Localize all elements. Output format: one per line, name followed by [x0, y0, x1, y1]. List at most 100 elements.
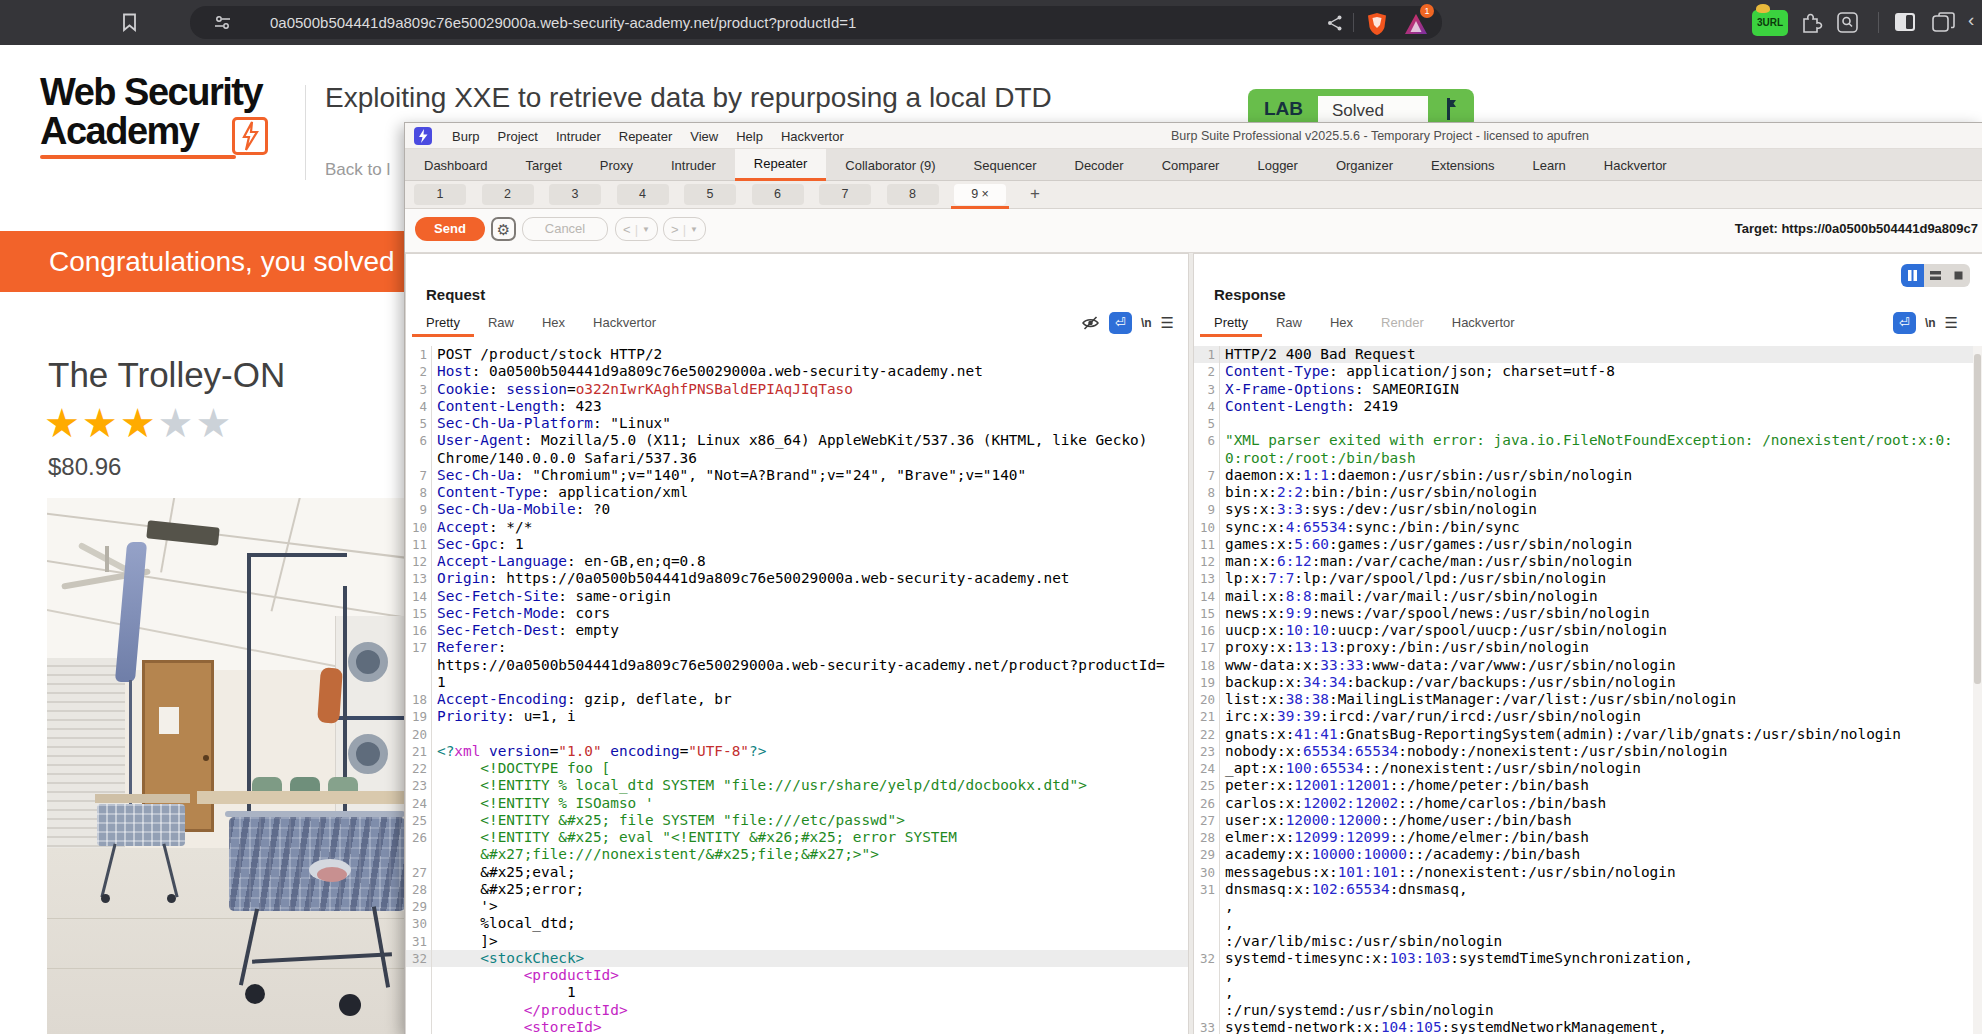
- hide-icon[interactable]: [1081, 315, 1100, 331]
- code-line[interactable]: 15Sec-Fetch-Mode: cors: [406, 605, 1188, 622]
- code-line[interactable]: 5: [1194, 415, 1982, 432]
- code-line[interactable]: 18Accept-Encoding: gzip, deflate, br: [406, 691, 1188, 708]
- bookmark-icon[interactable]: [122, 13, 137, 32]
- view-tab-render[interactable]: Render: [1367, 311, 1438, 337]
- code-line[interactable]: 15news:x:9:9:news:/var/spool/news:/usr/s…: [1194, 605, 1982, 622]
- send-button[interactable]: Send: [415, 217, 485, 241]
- code-line[interactable]: 14Sec-Fetch-Site: same-origin: [406, 588, 1188, 605]
- code-line[interactable]: 28 &#x25;error;: [406, 881, 1188, 898]
- code-line[interactable]: 5Sec-Ch-Ua-Platform: "Linux": [406, 415, 1188, 432]
- tab-sequencer[interactable]: Sequencer: [955, 149, 1056, 181]
- view-tab-hackvertor[interactable]: Hackvertor: [1438, 311, 1529, 337]
- repeater-tab-5[interactable]: 5: [684, 184, 736, 205]
- scrollbar-thumb[interactable]: [1974, 354, 1981, 684]
- search-box-icon[interactable]: [1836, 11, 1859, 34]
- code-line[interactable]: 32 <stockCheck>: [406, 950, 1188, 967]
- code-line[interactable]: 22gnats:x:41:41:GnatsBug-ReportingSystem…: [1194, 726, 1982, 743]
- repeater-tab-8[interactable]: 8: [887, 184, 939, 205]
- code-line[interactable]: 9sys:x:3:3:sys:/dev:/usr/sbin/nologin: [1194, 501, 1982, 518]
- code-line[interactable]: 20: [406, 726, 1188, 743]
- view-tab-raw[interactable]: Raw: [474, 311, 528, 337]
- new-repeater-tab-button[interactable]: +: [1023, 184, 1047, 205]
- tab-target[interactable]: Target: [507, 149, 581, 181]
- code-line[interactable]: 6User-Agent: Mozilla/5.0 (X11; Linux x86…: [406, 432, 1188, 449]
- code-line[interactable]: 1: [406, 984, 1188, 1001]
- code-line[interactable]: 29academy:x:10000:10000::/academy:/bin/b…: [1194, 846, 1982, 863]
- menu-intruder[interactable]: Intruder: [547, 129, 610, 144]
- code-line[interactable]: 8bin:x:2:2:bin:/bin:/usr/sbin/nologin: [1194, 484, 1982, 501]
- view-tab-hackvertor[interactable]: Hackvertor: [579, 311, 670, 337]
- code-line[interactable]: 2Content-Type: application/json; charset…: [1194, 363, 1982, 380]
- chevron-icon[interactable]: ‹: [1968, 9, 1974, 31]
- code-line[interactable]: 12Accept-Language: en-GB,en;q=0.8: [406, 553, 1188, 570]
- code-line[interactable]: 11Sec-Gpc: 1: [406, 536, 1188, 553]
- menu-view[interactable]: View: [681, 129, 727, 144]
- code-line[interactable]: ,: [1194, 898, 1982, 915]
- menu-hackvertor[interactable]: Hackvertor: [772, 129, 853, 144]
- response-scrollbar[interactable]: [1973, 346, 1982, 1034]
- tab-repeater[interactable]: Repeater: [735, 149, 826, 181]
- code-line[interactable]: 1HTTP/2 400 Bad Request: [1194, 346, 1982, 363]
- code-line[interactable]: https://0a0500b504441d9a809c76e50029000a…: [406, 657, 1188, 674]
- code-line[interactable]: 31 ]>: [406, 933, 1188, 950]
- code-line[interactable]: Chrome/140.0.0.0 Safari/537.36: [406, 450, 1188, 467]
- code-line[interactable]: ,: [1194, 915, 1982, 932]
- code-line[interactable]: <storeId>: [406, 1019, 1188, 1034]
- view-tab-raw[interactable]: Raw: [1262, 311, 1316, 337]
- tab-organizer[interactable]: Organizer: [1317, 149, 1412, 181]
- code-line[interactable]: 3Cookie: session=o322nIwrKAghfPNSBaldEPI…: [406, 381, 1188, 398]
- repeater-tab-9[interactable]: 9 ×: [954, 184, 1006, 205]
- code-line[interactable]: 19backup:x:34:34:backup:/var/backups:/us…: [1194, 674, 1982, 691]
- tab-hackvertor[interactable]: Hackvertor: [1585, 149, 1686, 181]
- editor-menu-icon[interactable]: ☰: [1945, 314, 1958, 332]
- code-line[interactable]: 2Host: 0a0500b504441d9a809c76e50029000a.…: [406, 363, 1188, 380]
- code-line[interactable]: 24_apt:x:100:65534::/nonexistent:/usr/sb…: [1194, 760, 1982, 777]
- share-icon[interactable]: [1326, 14, 1344, 32]
- repeater-tab-6[interactable]: 6: [752, 184, 804, 205]
- code-line[interactable]: 17proxy:x:13:13:proxy:/bin:/usr/sbin/nol…: [1194, 639, 1982, 656]
- code-line[interactable]: 18www-data:x:33:33:www-data:/var/www:/us…: [1194, 657, 1982, 674]
- code-line[interactable]: &#x27;file:///nonexistent/&#x25;file;&#x…: [406, 846, 1188, 863]
- view-tab-hex[interactable]: Hex: [528, 311, 579, 337]
- extensions-puzzle-icon[interactable]: [1800, 11, 1823, 34]
- code-line[interactable]: 1POST /product/stock HTTP/2: [406, 346, 1188, 363]
- next-request-button[interactable]: >|▼: [663, 217, 706, 241]
- windows-icon[interactable]: [1932, 12, 1956, 33]
- request-editor[interactable]: 1POST /product/stock HTTP/22Host: 0a0500…: [406, 346, 1188, 1034]
- tab-comparer[interactable]: Comparer: [1143, 149, 1239, 181]
- code-line[interactable]: </productId>: [406, 1002, 1188, 1019]
- tab-collaborator-9-[interactable]: Collaborator (9): [826, 149, 954, 181]
- code-line[interactable]: 3X-Frame-Options: SAMEORIGIN: [1194, 381, 1982, 398]
- code-line[interactable]: ,: [1194, 967, 1982, 984]
- menu-burp[interactable]: Burp: [443, 129, 488, 144]
- menu-project[interactable]: Project: [488, 129, 546, 144]
- single-layout-button[interactable]: [1947, 264, 1970, 287]
- code-line[interactable]: 33systemd-network:x:104:105:systemdNetwo…: [1194, 1019, 1982, 1034]
- rows-layout-button[interactable]: [1924, 264, 1947, 287]
- response-editor[interactable]: 1HTTP/2 400 Bad Request2Content-Type: ap…: [1194, 346, 1982, 1034]
- code-line[interactable]: ,: [1194, 984, 1982, 1001]
- cancel-button[interactable]: Cancel: [522, 217, 608, 241]
- tab-decoder[interactable]: Decoder: [1056, 149, 1143, 181]
- code-line[interactable]: 10sync:x:4:65534:sync:/bin:/bin/sync: [1194, 519, 1982, 536]
- code-line[interactable]: 0:root:/root:/bin/bash: [1194, 450, 1982, 467]
- code-line[interactable]: 26carlos:x:12002:12002::/home/carlos:/bi…: [1194, 795, 1982, 812]
- code-line[interactable]: 24 <!ENTITY % ISOamso ': [406, 795, 1188, 812]
- code-line[interactable]: 30messagebus:x:101:101::/nonexistent:/us…: [1194, 864, 1982, 881]
- code-line[interactable]: 13lp:x:7:7:lp:/var/spool/lpd:/usr/sbin/n…: [1194, 570, 1982, 587]
- code-line[interactable]: 17Referer:: [406, 639, 1188, 656]
- code-line[interactable]: 13Origin: https://0a0500b504441d9a809c76…: [406, 570, 1188, 587]
- code-line[interactable]: 31dnsmasq:x:102:65534:dnsmasq,: [1194, 881, 1982, 898]
- code-line[interactable]: 7daemon:x:1:1:daemon:/usr/sbin:/usr/sbin…: [1194, 467, 1982, 484]
- code-line[interactable]: 11games:x:5:60:games:/usr/games:/usr/sbi…: [1194, 536, 1982, 553]
- brave-shield-icon[interactable]: [1366, 12, 1388, 36]
- site-settings-icon[interactable]: [214, 15, 231, 30]
- layout-switcher[interactable]: [1901, 264, 1970, 287]
- menu-help[interactable]: Help: [727, 129, 772, 144]
- wrap-toggle-button[interactable]: ⏎: [1109, 312, 1132, 334]
- tab-learn[interactable]: Learn: [1514, 149, 1585, 181]
- code-line[interactable]: 25 <!ENTITY &#x25; file SYSTEM "file:///…: [406, 812, 1188, 829]
- repeater-tab-1[interactable]: 1: [414, 184, 466, 205]
- code-line[interactable]: :/var/lib/misc:/usr/sbin/nologin: [1194, 933, 1982, 950]
- editor-menu-icon[interactable]: ☰: [1161, 314, 1174, 332]
